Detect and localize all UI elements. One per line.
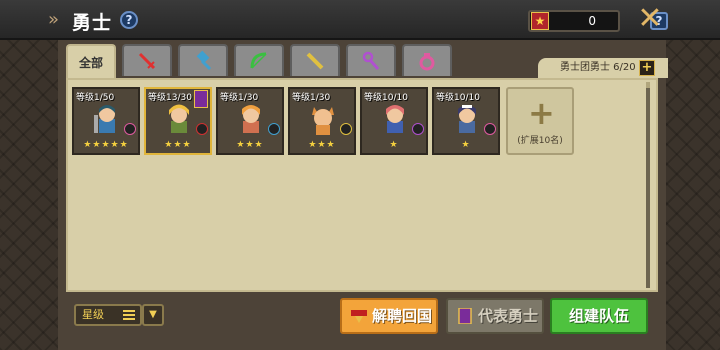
hero-portrait	[84, 101, 130, 139]
hero-level: 等级1/50	[76, 93, 115, 103]
staff-icon	[362, 51, 380, 70]
staff-class-icon	[412, 123, 424, 135]
tab-hammer[interactable]	[178, 44, 228, 76]
expand-label: (扩展10名)	[517, 136, 563, 146]
expand-slots-button[interactable]: + (扩展10名)	[506, 87, 574, 155]
form-team-label: 组建队伍	[568, 307, 629, 325]
sword-class-icon	[196, 123, 208, 135]
bow-icon	[250, 52, 267, 69]
ring-class-icon	[484, 123, 496, 135]
representative-hero-button[interactable]: 代表勇士	[446, 298, 544, 334]
sort-dropdown-button[interactable]: ▼	[142, 304, 164, 326]
currency-amount: 0	[588, 14, 596, 28]
hero-card[interactable]: 等级10/10 ★	[432, 87, 500, 155]
tab-all-label: 全部	[78, 55, 103, 70]
hero-level: 等级10/10	[436, 93, 480, 103]
add-capacity-button[interactable]: +	[639, 60, 655, 76]
hero-stars: ★	[389, 140, 399, 150]
hero-stars: ★	[461, 140, 471, 150]
hammer-class-icon	[268, 123, 280, 135]
form-team-button[interactable]: 组建队伍	[550, 298, 648, 334]
top-bar: » 勇士 ? ★ 0 ? ✕	[0, 0, 720, 40]
list-icon	[123, 310, 135, 320]
hero-card[interactable]: 等级1/50 ★★★★★	[72, 87, 140, 155]
dismiss-label: 解聘回国	[371, 307, 432, 325]
gun-icon	[306, 52, 324, 70]
dismiss-hero-button[interactable]: 解聘回国	[340, 298, 438, 334]
close-button[interactable]: ✕	[636, 4, 664, 34]
tab-sword[interactable]	[122, 44, 172, 76]
hero-portrait	[444, 101, 490, 139]
hero-panel: 全部 勇士团勇士 6/20 + 等级1/50 ★★★★★ 等级13/30 ★★★…	[58, 40, 668, 350]
tab-all[interactable]: 全部	[66, 44, 116, 78]
medal-icon: ★	[531, 12, 549, 30]
plus-icon: +	[528, 94, 555, 132]
hero-card-representative[interactable]: 等级13/30 ★★★	[144, 87, 212, 155]
hero-level: 等级13/30	[148, 93, 192, 103]
dismiss-icon	[351, 310, 367, 323]
hero-level: 等级10/10	[364, 93, 408, 103]
tab-bow[interactable]	[234, 44, 284, 76]
page-title: 勇士	[72, 12, 113, 34]
tab-ring[interactable]	[402, 44, 452, 76]
hero-portrait	[300, 101, 346, 139]
gun-class-icon	[340, 123, 352, 135]
hero-stars: ★★★	[164, 140, 192, 150]
represent-label: 代表勇士	[477, 307, 538, 325]
tab-gun[interactable]	[290, 44, 340, 76]
hammer-icon	[196, 50, 212, 71]
sword-icon	[138, 52, 156, 70]
hero-portrait	[228, 101, 274, 139]
ring-class-icon	[124, 123, 136, 135]
hero-stars: ★★★	[308, 140, 336, 150]
hero-card[interactable]: 等级10/10 ★	[360, 87, 428, 155]
hero-portrait	[372, 101, 418, 139]
sort-label: 星级	[82, 308, 104, 321]
ring-icon	[419, 53, 435, 71]
hero-stars: ★★★	[236, 140, 264, 150]
hero-card[interactable]: 等级1/30 ★★★	[216, 87, 284, 155]
banner-icon	[458, 308, 472, 324]
hero-level: 等级1/30	[220, 93, 259, 103]
hero-card[interactable]: 等级1/30 ★★★	[288, 87, 356, 155]
tab-staff[interactable]	[346, 44, 396, 76]
hero-level: 等级1/30	[292, 93, 331, 103]
help-icon[interactable]: ?	[120, 11, 138, 29]
hero-stars: ★★★★★	[83, 140, 129, 150]
representative-banner-icon	[194, 90, 208, 108]
back-arrow-icon[interactable]: »	[48, 8, 62, 32]
currency-display: ★ 0 ?	[528, 10, 668, 32]
scrollbar-thumb[interactable]	[646, 88, 650, 288]
sort-select[interactable]: 星级	[74, 304, 142, 326]
